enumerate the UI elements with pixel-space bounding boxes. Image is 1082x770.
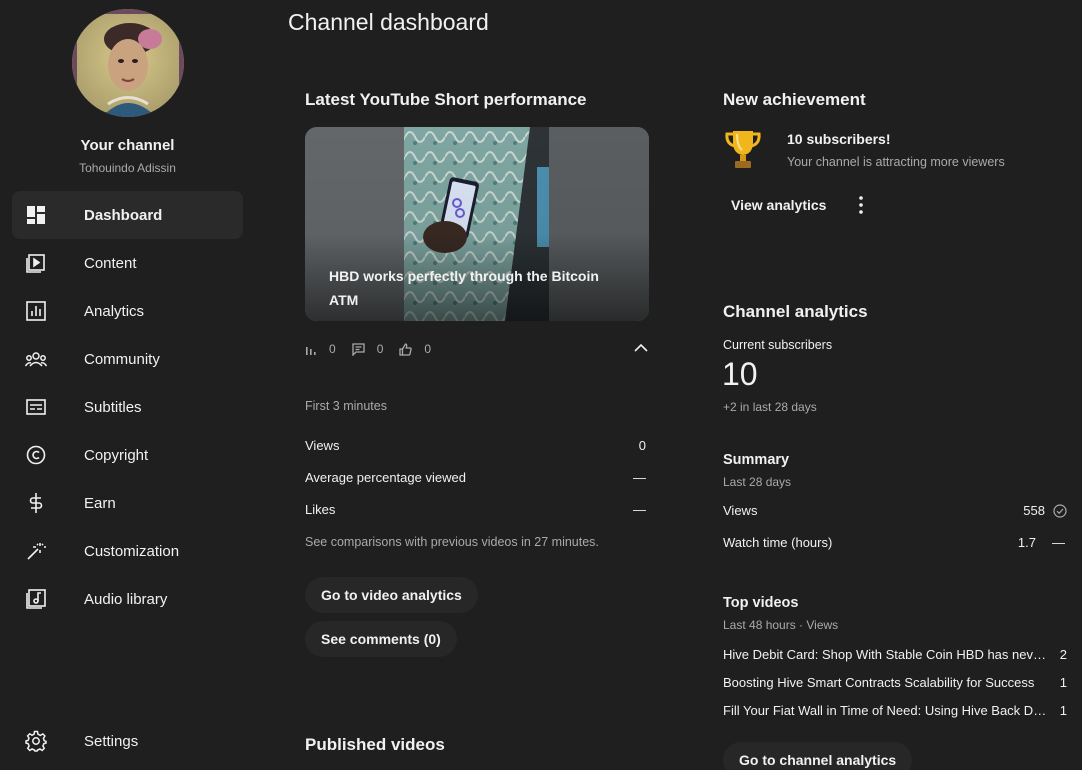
- audio-library-icon: [24, 587, 48, 611]
- metric-label: Views: [305, 438, 340, 453]
- subscribers-value: 10: [722, 356, 758, 392]
- comparison-note: See comparisons with previous videos in …: [305, 535, 599, 549]
- sidebar-item-label: Subtitles: [84, 398, 142, 416]
- sidebar: Your channel Tohouindo Adissin Dashboard…: [0, 0, 255, 770]
- short-stats: 0 0 0: [305, 338, 649, 360]
- short-likes-count: 0: [424, 342, 432, 356]
- summary-value-group: 1.7 —: [1018, 535, 1065, 550]
- sidebar-item-copyright[interactable]: Copyright: [12, 431, 243, 479]
- sidebar-item-audio-library[interactable]: Audio library: [12, 575, 243, 623]
- top-video-row[interactable]: Fill Your Fiat Wall in Time of Need: Usi…: [723, 703, 1067, 718]
- sidebar-item-label: Dashboard: [84, 206, 163, 224]
- page-title: Channel dashboard: [288, 9, 489, 35]
- channel-avatar[interactable]: [72, 9, 184, 117]
- dashboard-icon: [24, 203, 48, 227]
- channel-analytics-title: Channel analytics: [723, 302, 868, 321]
- short-metric-row: Average percentage viewed —: [305, 470, 646, 485]
- see-comments-button[interactable]: See comments (0): [305, 621, 457, 657]
- top-video-title: Boosting Hive Smart Contracts Scalabilit…: [723, 675, 1035, 690]
- top-videos-period: Last 48 hours · Views: [723, 618, 839, 632]
- analytics-icon: [24, 299, 48, 323]
- sidebar-item-content[interactable]: Content: [12, 239, 243, 287]
- achievement-subtitle: Your channel is attracting more viewers: [787, 155, 1005, 169]
- summary-value: 558: [1023, 503, 1045, 518]
- subscribers-change: +2 in last 28 days: [723, 400, 817, 414]
- community-icon: [24, 347, 48, 371]
- go-to-channel-analytics-button[interactable]: Go to channel analytics: [723, 742, 913, 770]
- summary-row: Views 558: [723, 503, 1067, 518]
- summary-label: Watch time (hours): [723, 535, 833, 550]
- bar-chart-icon: [306, 347, 316, 355]
- top-video-views: 1: [1059, 703, 1067, 718]
- sidebar-item-label: Audio library: [84, 590, 168, 608]
- sidebar-item-community[interactable]: Community: [12, 335, 243, 383]
- subtitles-icon: [24, 395, 48, 419]
- channel-name: Tohouindo Adissin: [79, 161, 176, 175]
- trophy-icon: [725, 128, 761, 175]
- summary-row: Watch time (hours) 1.7 —: [723, 535, 1065, 550]
- summary-label: Views: [723, 503, 758, 518]
- metric-value: —: [633, 470, 646, 485]
- short-comments-stat: 0: [352, 342, 384, 356]
- metric-label: Likes: [305, 502, 336, 517]
- top-video-title: Hive Debit Card: Shop With Stable Coin H…: [723, 647, 1049, 662]
- sidebar-item-dashboard[interactable]: Dashboard: [12, 191, 243, 239]
- latest-short-title: Latest YouTube Short performance: [305, 90, 587, 109]
- summary-value-group: 558: [1023, 503, 1067, 518]
- top-video-views: 2: [1059, 647, 1067, 662]
- sidebar-item-analytics[interactable]: Analytics: [12, 287, 243, 335]
- short-period: First 3 minutes: [305, 399, 387, 413]
- sidebar-item-settings[interactable]: Settings: [12, 717, 243, 765]
- short-metric-row: Likes —: [305, 502, 646, 517]
- achievement-title: New achievement: [723, 90, 866, 109]
- more-vert-icon[interactable]: [853, 195, 869, 220]
- thumbs-up-icon: [399, 342, 413, 356]
- short-comments-count: 0: [376, 342, 384, 356]
- top-video-views: 1: [1059, 675, 1067, 690]
- top-videos-title: Top videos: [723, 595, 799, 611]
- sidebar-item-subtitles[interactable]: Subtitles: [12, 383, 243, 431]
- short-metric-row: Views 0: [305, 438, 646, 453]
- earn-icon: [24, 491, 48, 515]
- top-video-title: Fill Your Fiat Wall in Time of Need: Usi…: [723, 703, 1049, 718]
- metric-label: Average percentage viewed: [305, 470, 466, 485]
- check-circle-icon: [1053, 503, 1067, 518]
- summary-value: 1.7: [1017, 535, 1036, 550]
- gear-icon: [24, 729, 48, 753]
- trend-indicator: —: [1052, 535, 1065, 550]
- top-video-row[interactable]: Boosting Hive Smart Contracts Scalabilit…: [723, 675, 1067, 690]
- copyright-icon: [24, 443, 48, 467]
- subscribers-label: Current subscribers: [723, 338, 833, 352]
- customization-icon: [24, 539, 48, 563]
- short-likes-stat: 0: [399, 342, 431, 356]
- sidebar-nav: Dashboard Content Analytics Community Su…: [12, 191, 243, 623]
- sidebar-item-label: Content: [84, 254, 137, 272]
- sidebar-item-earn[interactable]: Earn: [12, 479, 243, 527]
- sidebar-item-label: Analytics: [84, 302, 145, 320]
- short-views-stat: 0: [305, 342, 336, 356]
- summary-title: Summary: [723, 452, 790, 468]
- go-to-video-analytics-button[interactable]: Go to video analytics: [305, 577, 478, 613]
- sidebar-item-label: Copyright: [84, 446, 149, 464]
- sidebar-item-label: Earn: [84, 494, 116, 512]
- top-video-row[interactable]: Hive Debit Card: Shop With Stable Coin H…: [723, 647, 1067, 662]
- content-icon: [24, 251, 48, 275]
- metric-value: 0: [638, 438, 646, 453]
- achievement-headline: 10 subscribers!: [787, 131, 891, 147]
- metric-value: —: [633, 502, 646, 517]
- chevron-up-icon[interactable]: [633, 340, 649, 356]
- short-views-count: 0: [329, 342, 336, 356]
- sidebar-item-customization[interactable]: Customization: [12, 527, 243, 575]
- sidebar-item-label: Settings: [84, 732, 139, 750]
- short-thumbnail[interactable]: HBD works perfectly through the Bitcoin …: [305, 127, 649, 321]
- published-videos-title: Published videos: [305, 735, 445, 754]
- summary-period: Last 28 days: [723, 475, 792, 489]
- sidebar-item-label: Customization: [84, 542, 180, 560]
- view-analytics-button[interactable]: View analytics: [723, 187, 835, 223]
- comment-icon: [352, 342, 365, 356]
- sidebar-item-label: Community: [84, 350, 160, 368]
- short-title[interactable]: HBD works perfectly through the Bitcoin …: [329, 264, 619, 312]
- sidebar-settings: Settings: [12, 717, 243, 765]
- channel-title: Your channel: [80, 137, 175, 154]
